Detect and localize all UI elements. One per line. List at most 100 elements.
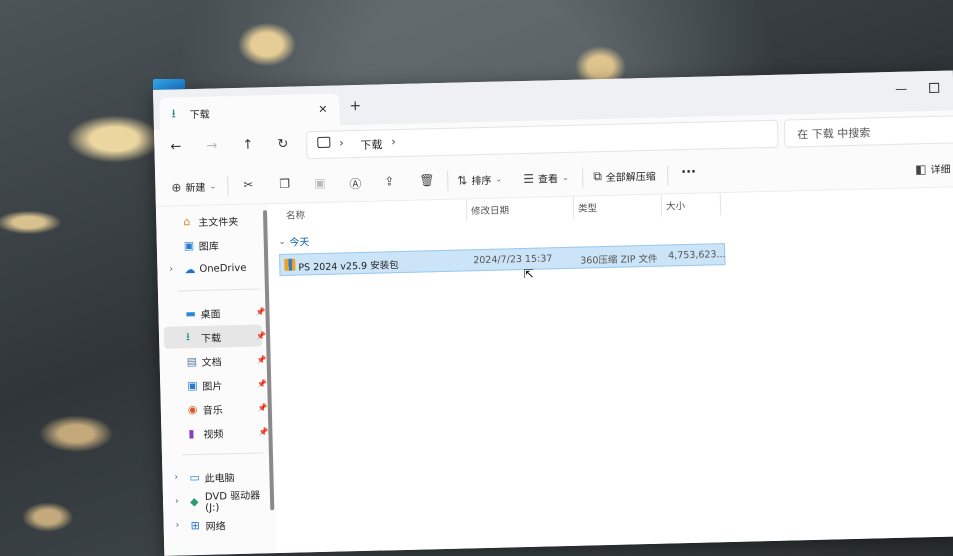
extract-all-button[interactable]: ⧉ 全部解压缩 (593, 168, 656, 185)
pin-icon[interactable]: 📌 (258, 427, 268, 436)
close-tab-icon[interactable]: ✕ (318, 103, 328, 116)
group-header-today[interactable]: ⌄ 今天 (279, 233, 310, 249)
new-label: 新建 (185, 182, 206, 195)
toolbar-divider (227, 176, 229, 197)
toolbar-divider (666, 165, 669, 186)
file-size: 4,753,623... (668, 249, 726, 262)
sidebar-item-network[interactable]: › ⊞ 网络 (168, 512, 267, 536)
pin-icon[interactable]: 📌 (257, 379, 267, 388)
copy-button[interactable]: ❐ (279, 177, 294, 191)
paste-icon: ▣ (314, 175, 326, 191)
delete-button[interactable]: 🗑 (419, 173, 439, 187)
sidebar-divider (181, 452, 264, 456)
file-name: PS 2024 v25.9 安装包 (298, 260, 399, 274)
breadcrumb-downloads[interactable]: 下载 (360, 136, 382, 153)
chevron-down-icon: ⌄ (495, 174, 503, 184)
home-icon: ⌂ (183, 214, 191, 228)
new-button[interactable]: ⊕ 新建 ⌄ (171, 178, 216, 194)
share-icon: ⇪ (384, 174, 395, 189)
up-button[interactable]: ↑ (242, 138, 253, 153)
column-divider[interactable] (465, 199, 468, 222)
pc-icon: ▭ (189, 470, 201, 484)
sort-icon: ⇅ (457, 172, 468, 188)
sidebar-item-home[interactable]: ⌂ 主文件夹 (161, 208, 260, 232)
rename-icon: Ⓐ (349, 176, 362, 192)
download-icon: ⭳ (185, 329, 191, 343)
forward-button[interactable]: → (206, 138, 217, 153)
column-divider[interactable] (719, 193, 722, 216)
search-input[interactable]: 在 下载 中搜索 (783, 115, 953, 148)
sort-button[interactable]: ⇅ 排序 ⌄ (457, 172, 502, 188)
sidebar-item-videos[interactable]: ▮ 视频 📌 (166, 420, 268, 444)
file-explorer-window: ⭳ 下载 ✕ + — ← → ↑ ↻ › 下载 › 在 下载 中搜索 ⊕ 新建 … (153, 70, 953, 556)
sidebar-item-music[interactable]: ◉ 音乐 📌 (166, 396, 268, 420)
tab-downloads[interactable]: ⭳ 下载 ✕ (159, 93, 340, 130)
pin-icon[interactable]: 📌 (256, 331, 266, 340)
file-modified: 2024/7/23 15:37 (473, 253, 553, 267)
chevron-right-icon[interactable]: › (175, 496, 179, 506)
view-label: 查看 (537, 174, 559, 186)
paste-button[interactable]: ▣ (314, 176, 330, 190)
column-divider[interactable] (572, 196, 575, 219)
chevron-right-icon[interactable]: › (176, 520, 180, 530)
pin-icon[interactable]: 📌 (255, 307, 265, 316)
share-button[interactable]: ⇪ (384, 174, 398, 188)
sidebar-item-pictures[interactable]: ▣ 图片 📌 (165, 372, 267, 396)
download-icon: ⭳ (171, 106, 176, 121)
pin-icon[interactable]: 📌 (258, 403, 268, 412)
maximize-button[interactable] (929, 82, 940, 94)
chevron-right-icon[interactable]: › (174, 473, 178, 483)
pc-icon (317, 136, 331, 148)
sidebar-item-onedrive[interactable]: › ☁ OneDrive (162, 256, 261, 280)
column-header-size[interactable]: 大小 (666, 194, 686, 216)
address-bar[interactable]: › 下载 › (306, 119, 779, 160)
view-icon: ☰ (523, 171, 535, 186)
rename-button[interactable]: Ⓐ (349, 175, 365, 192)
sidebar-item-this-pc[interactable]: › ▭ 此电脑 (167, 464, 266, 488)
search-placeholder: 在 下载 中搜索 (797, 126, 871, 142)
chevron-down-icon: ⌄ (561, 172, 569, 183)
toolbar-divider (447, 170, 449, 191)
sidebar-item-dvd-drive[interactable]: › ◆ DVD 驱动器 (J:) (168, 488, 267, 514)
sort-label: 排序 (471, 175, 492, 188)
trash-icon: 🗑 (419, 173, 435, 188)
details-pane-icon: ◧ (914, 161, 927, 176)
cloud-icon: ☁ (184, 262, 196, 276)
table-row[interactable]: PS 2024 v25.9 安装包 2024/7/23 15:37 360压缩 … (279, 243, 726, 276)
sidebar-divider (177, 288, 260, 292)
desktop-icon: ▬ (185, 306, 197, 320)
video-icon: ▮ (188, 426, 195, 440)
pictures-icon: ▣ (187, 378, 198, 392)
extract-icon: ⧉ (593, 169, 602, 184)
pin-icon[interactable]: 📌 (257, 355, 267, 364)
sidebar-item-downloads[interactable]: ⭳ 下载 📌 (163, 324, 266, 349)
group-label: 今天 (289, 237, 310, 249)
file-list: 名称 修改日期 类型 大小 ⌄ 今天 PS 2024 v25.9 安装包 202… (267, 187, 953, 554)
column-header-type[interactable]: 类型 (578, 196, 598, 218)
sidebar-item-desktop[interactable]: ▬ 桌面 📌 (163, 300, 265, 324)
sidebar-item-documents[interactable]: ▤ 文档 📌 (164, 348, 266, 372)
back-button[interactable]: ← (170, 139, 181, 154)
sidebar-item-gallery[interactable]: ▣ 图库 (162, 232, 261, 256)
tab-label: 下载 (189, 109, 210, 121)
gallery-icon: ▣ (183, 238, 195, 252)
view-button[interactable]: ☰ 查看 ⌄ (523, 170, 569, 186)
dvd-icon: ◆ (189, 494, 199, 508)
refresh-button[interactable]: ↻ (277, 137, 288, 152)
column-divider[interactable] (660, 194, 663, 217)
chevron-right-icon[interactable]: › (339, 136, 344, 149)
new-tab-button[interactable]: + (349, 98, 361, 114)
copy-icon: ❐ (279, 176, 291, 191)
scissors-icon: ✂ (243, 177, 254, 192)
toolbar-divider (582, 167, 584, 188)
details-pane-button[interactable]: ◧ 详细 (915, 161, 951, 177)
music-icon: ◉ (187, 402, 198, 416)
network-icon: ⊞ (190, 518, 201, 532)
cut-button[interactable]: ✂ (243, 177, 257, 192)
column-header-modified[interactable]: 修改日期 (471, 198, 510, 221)
chevron-right-icon[interactable]: › (391, 135, 396, 148)
chevron-right-icon[interactable]: › (169, 265, 173, 275)
minimize-button[interactable]: — (895, 82, 907, 96)
more-options-button[interactable]: ··· (681, 165, 696, 180)
column-header-name[interactable]: 名称 (286, 203, 306, 225)
